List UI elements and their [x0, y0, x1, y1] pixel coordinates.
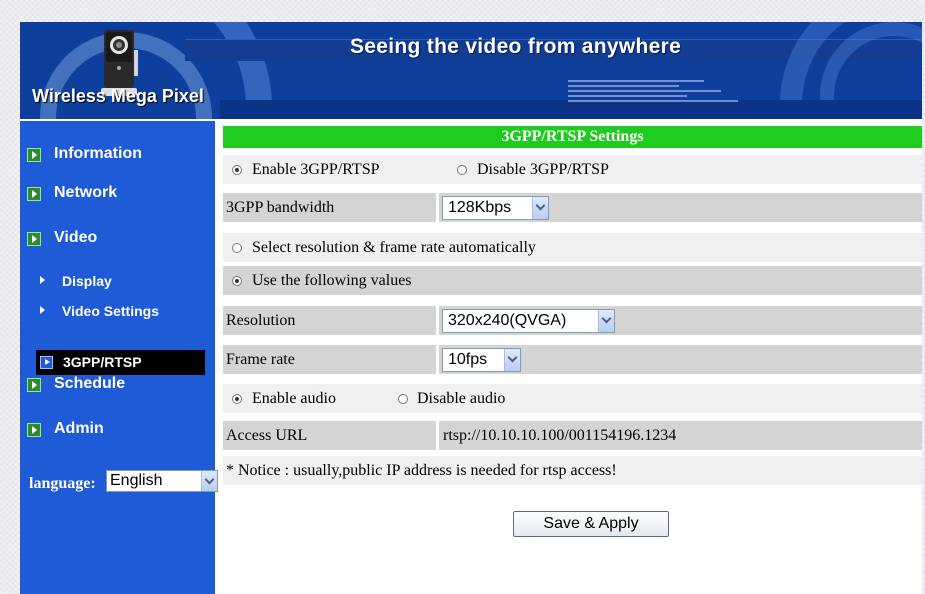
enable-rtsp-label: Enable 3GPP/RTSP [252, 161, 380, 178]
arrow-box-icon [27, 423, 41, 437]
disable-rtsp-radio[interactable] [457, 165, 467, 175]
rtsp-toggle-row: Enable 3GPP/RTSP Disable 3GPP/RTSP [223, 155, 922, 184]
disable-rtsp-label: Disable 3GPP/RTSP [477, 161, 609, 178]
sidebar-item-label: Video [54, 229, 98, 246]
sidebar-subitem-label: Video Settings [62, 303, 159, 319]
chevron-down-icon[interactable] [532, 197, 548, 219]
resolution-row: Resolution 320x240(QVGA) [223, 306, 922, 335]
page-frame: Wireless Mega Pixel Seeing the video fro… [20, 22, 922, 594]
bandwidth-row: 3GPP bandwidth 128Kbps [223, 193, 922, 222]
language-label: language: [29, 475, 96, 492]
resolution-value: 320x240(QVGA) [448, 312, 567, 329]
chevron-down-icon[interactable] [504, 349, 520, 371]
slogan: Seeing the video from anywhere [350, 35, 682, 58]
auto-resolution-label: Select resolution & frame rate automatic… [252, 239, 536, 256]
save-apply-button[interactable]: Save & Apply [513, 511, 669, 537]
notice-text: * Notice : usually,public IP address is … [226, 462, 617, 479]
bandwidth-select[interactable]: 128Kbps [442, 196, 549, 220]
sidebar-subitem-label: Display [62, 273, 112, 289]
manual-values-radio[interactable] [232, 276, 242, 286]
language-select[interactable]: English [106, 470, 218, 492]
resolution-label: Resolution [226, 312, 296, 329]
sidebar-item-label: Schedule [54, 375, 126, 392]
page-title: 3GPP/RTSP Settings [223, 126, 922, 148]
arrow-box-icon [40, 356, 53, 369]
enable-rtsp-radio[interactable] [232, 165, 242, 175]
sidebar-item-label: Information [54, 145, 142, 162]
language-value: English [110, 472, 163, 489]
sidebar-subitem-label: 3GPP/RTSP [63, 354, 142, 370]
auto-resolution-radio[interactable] [232, 243, 242, 253]
bandwidth-label: 3GPP bandwidth [226, 199, 335, 216]
manual-values-label: Use the following values [252, 272, 412, 289]
sidebar-subitem-3gpp-rtsp[interactable]: 3GPP/RTSP [36, 350, 205, 375]
triangle-right-icon [40, 276, 45, 284]
access-url-label: Access URL [226, 427, 308, 444]
audio-row: Enable audio Disable audio [223, 384, 922, 413]
framerate-row: Frame rate 10fps [223, 345, 922, 374]
resolution-select[interactable]: 320x240(QVGA) [442, 309, 615, 333]
enable-audio-label: Enable audio [252, 390, 336, 407]
sidebar: Information Network Video Display Video … [20, 121, 215, 594]
bandwidth-value: 128Kbps [448, 199, 512, 216]
auto-resolution-row: Select resolution & frame rate automatic… [223, 233, 922, 262]
chevron-down-icon[interactable] [201, 471, 217, 491]
disable-audio-radio[interactable] [398, 394, 408, 404]
arrow-box-icon [27, 232, 41, 246]
arrow-box-icon [27, 378, 41, 392]
chevron-down-icon[interactable] [598, 310, 614, 332]
header-banner: Wireless Mega Pixel Seeing the video fro… [20, 22, 922, 119]
sidebar-item-label: Admin [54, 420, 104, 437]
brand-name: Wireless Mega Pixel [32, 86, 204, 106]
access-url-row: Access URL rtsp://10.10.10.100/001154196… [223, 421, 922, 450]
disable-audio-label: Disable audio [417, 390, 506, 407]
arrow-box-icon [27, 187, 41, 201]
sidebar-item-label: Network [54, 184, 118, 201]
framerate-value: 10fps [448, 351, 488, 368]
framerate-label: Frame rate [226, 351, 295, 368]
notice-row: * Notice : usually,public IP address is … [223, 456, 922, 485]
arrow-box-icon [27, 148, 41, 162]
framerate-select[interactable]: 10fps [442, 348, 521, 372]
manual-values-row: Use the following values [223, 266, 922, 295]
decorative-fine-text [568, 80, 738, 105]
enable-audio-radio[interactable] [232, 394, 242, 404]
access-url-value: rtsp://10.10.10.100/001154196.1234 [443, 427, 677, 444]
triangle-right-icon [40, 306, 45, 314]
